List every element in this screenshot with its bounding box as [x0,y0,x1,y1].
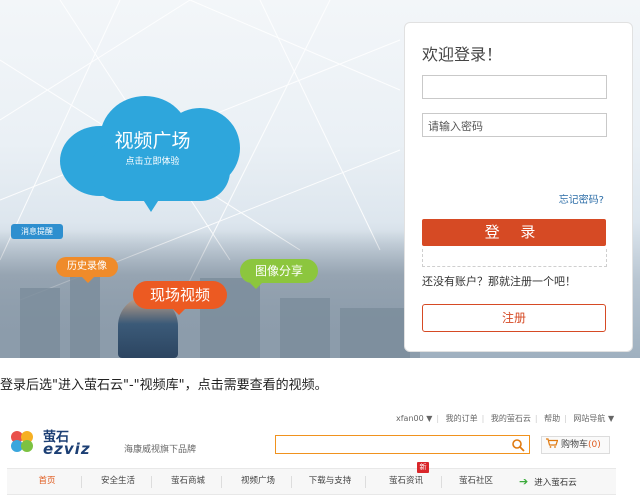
enter-cloud-link[interactable]: ➔ 进入萤石云 [519,469,577,494]
ezviz-logo-icon [11,431,33,452]
cart-button[interactable]: 购物车(0) [541,436,610,454]
nav-home[interactable]: 首页 [25,469,69,494]
cloud-title: 视频广场 [114,130,191,152]
nav-community[interactable]: 萤石社区 [451,469,501,494]
video-plaza-cloud[interactable]: 视频广场 点击立即体验 [60,86,245,216]
password-input[interactable]: 请输入密码 [422,113,607,137]
top-link-help[interactable]: 帮助 [544,414,560,423]
tag-history-label: 历史录像 [67,261,107,272]
main-nav: 首页 安全生活 萤石商城 视频广场 下载与支持 萤石资讯 新 萤石社区 ➔ 进入萤… [7,462,616,495]
cart-label: 购物车 [561,440,589,450]
username-input[interactable] [422,75,607,99]
tag-message: 消息提醒 [11,224,63,239]
brand-slogan: 海康威视旗下品牌 [124,445,197,455]
top-link-my-cloud[interactable]: 我的萤石云 [491,414,531,423]
tag-share-label: 图像分享 [254,264,303,278]
login-button[interactable]: 登 录 [422,219,606,246]
register-button[interactable]: 注册 [422,304,606,332]
nav-safe-life[interactable]: 安全生活 [93,469,143,494]
instruction-caption: 登录后选"进入萤石云"-"视频库"，点击需要查看的视频。 [0,378,328,393]
tag-share: 图像分享 [240,259,318,289]
top-link-site-nav[interactable]: 网站导航 ▼ [573,414,614,423]
cart-icon [546,438,559,448]
tag-live: 现场视频 [133,281,227,315]
nav-video-plaza[interactable]: 视频广场 [233,469,283,494]
search-icon[interactable] [511,438,525,452]
top-link-user[interactable]: xfan00 ▼ [396,414,432,423]
tag-live-label: 现场视频 [149,286,210,304]
cloud-subtitle: 点击立即体验 [125,157,180,167]
login-title: 欢迎登录！ [422,45,503,64]
login-screenshot: 视频广场 点击立即体验 消息提醒 历史录像 现场视频 图像分享 欢迎登录！ 请输… [0,0,640,358]
top-links-bar: xfan00 ▼ | 我的订单 | 我的萤石云 | 帮助 | 网站导航 ▼ [396,414,615,423]
nav-download-support[interactable]: 下载与支持 [301,469,359,494]
ezviz-logo[interactable]: 萤石 ezviz [7,426,117,458]
nav-news-label: 萤石资讯 [388,476,423,486]
login-panel: 欢迎登录！ 请输入密码 忘记密码? 登 录 还没有账户？那就注册一个吧！ 注册 [404,22,633,352]
no-account-text: 还没有账户？那就注册一个吧！ [422,275,576,288]
top-link-orders[interactable]: 我的订单 [446,414,478,423]
search-input[interactable] [275,435,530,454]
forgot-password-link[interactable]: 忘记密码? [559,191,604,206]
nav-store[interactable]: 萤石商城 [163,469,213,494]
login-dashed-divider [422,249,607,267]
arrow-right-icon: ➔ [519,475,529,488]
logo-english-name: ezviz [43,440,91,458]
cart-count: (0) [588,440,601,450]
new-badge: 新 [417,462,429,473]
tag-message-label: 消息提醒 [21,227,53,236]
enter-cloud-label: 进入萤石云 [534,478,577,488]
nav-news[interactable]: 萤石资讯 新 [379,462,433,494]
tag-history: 历史录像 [56,257,118,283]
